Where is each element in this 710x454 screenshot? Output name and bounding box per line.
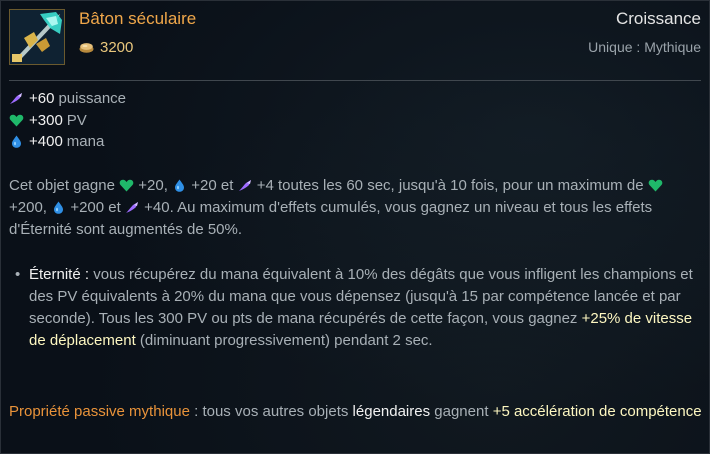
- mythic-bonus: +5 accélération de compétence: [492, 403, 702, 420]
- stat-health: +300 PV: [9, 110, 126, 132]
- passive-name: Éternité :: [29, 266, 90, 283]
- gold-coin-icon: [79, 43, 94, 53]
- mana-icon: [12, 135, 21, 149]
- ability-power-icon: [10, 93, 22, 105]
- item-rarity: Unique : Mythique: [588, 39, 701, 55]
- item-cost-value: 3200: [100, 39, 134, 56]
- mythic-legendary: légendaires: [352, 403, 431, 420]
- desc-text: +4 toutes les 60 sec, jusqu'à 10 fois, p…: [256, 177, 644, 194]
- passive-desc-end: (diminuant progressivement) pendant 2 se…: [139, 332, 433, 349]
- item-name: Bâton séculaire: [79, 9, 197, 28]
- item-category: Croissance: [615, 9, 701, 28]
- desc-text: +200,: [9, 199, 47, 216]
- item-cost: 3200: [79, 39, 133, 56]
- health-icon: [119, 179, 134, 192]
- desc-text: +20,: [138, 177, 168, 194]
- mythic-passive: Propriété passive mythique : tous vos au…: [9, 401, 703, 423]
- mythic-text: tous vos autres objets: [202, 403, 349, 420]
- mythic-text: gagnent: [434, 403, 489, 420]
- header-divider: [9, 80, 701, 81]
- mythic-title: Propriété passive mythique: [9, 403, 190, 420]
- stats-list: +60 puissance +300 PV +400 mana: [9, 88, 126, 153]
- desc-text: +200 et: [70, 199, 121, 216]
- stat-name: mana: [66, 133, 105, 150]
- staff-icon: [9, 9, 65, 65]
- passive-text: Éternité : vous récupérez du mana équiva…: [29, 264, 703, 352]
- mana-icon: [175, 179, 185, 192]
- stat-name: PV: [66, 111, 87, 129]
- stat-mana: +400 mana: [9, 131, 126, 153]
- ability-power-icon: [125, 202, 138, 213]
- ability-power-icon: [238, 180, 251, 191]
- mana-icon: [54, 201, 64, 214]
- mythic-sep: :: [194, 403, 199, 420]
- item-description: Cet objet gagne +20, +20 et +4 toutes le…: [9, 175, 703, 241]
- bullet: •: [15, 266, 21, 283]
- desc-text: +20 et: [191, 177, 234, 194]
- stat-value: +300: [29, 111, 63, 129]
- stat-ability-power: +60 puissance: [9, 88, 126, 110]
- tooltip-header: Bâton séculaire 3200 Croissance Unique :…: [1, 1, 709, 69]
- desc-text: Cet objet gagne: [9, 177, 115, 194]
- health-icon: [9, 114, 24, 127]
- stat-value: +400: [29, 133, 63, 150]
- stat-name: puissance: [58, 90, 126, 107]
- health-icon: [648, 179, 663, 192]
- passive-eternity: • Éternité : vous récupérez du mana équi…: [15, 264, 703, 352]
- item-tooltip: Bâton séculaire 3200 Croissance Unique :…: [0, 0, 710, 454]
- stat-value: +60: [29, 90, 55, 107]
